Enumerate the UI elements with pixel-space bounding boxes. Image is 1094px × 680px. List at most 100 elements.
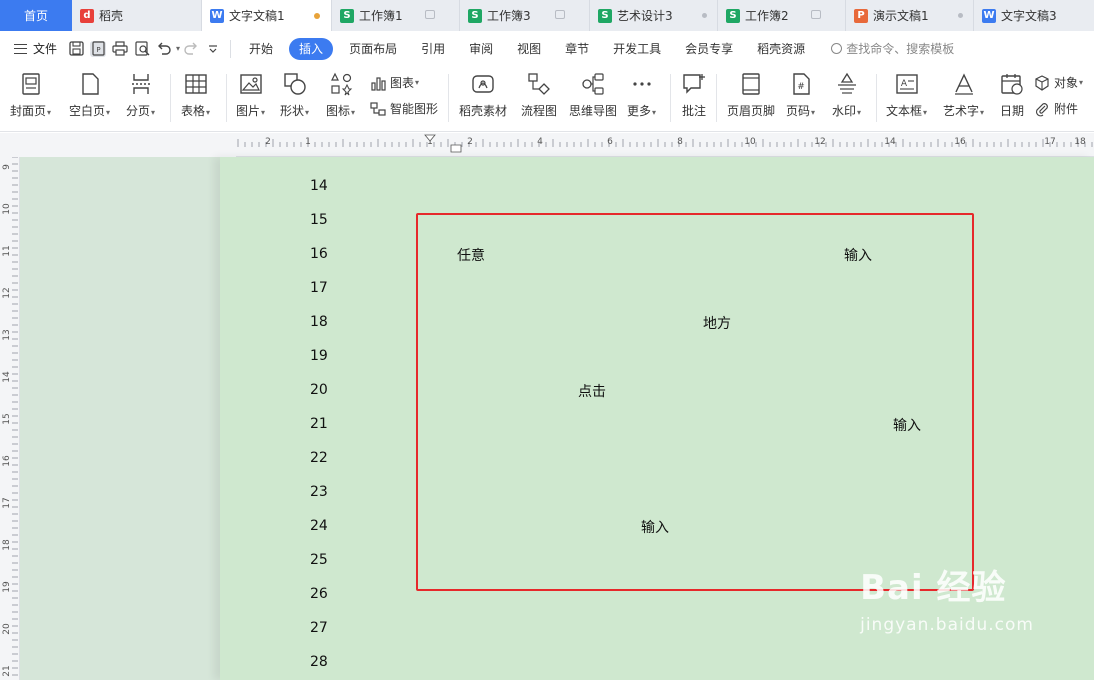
tab-label: 首页 bbox=[23, 9, 48, 23]
mindmap-button[interactable]: 思维导图 bbox=[569, 72, 617, 119]
file-menu-label: 文件 bbox=[33, 42, 58, 56]
icon-label: 图标 bbox=[326, 104, 351, 118]
flowchart-button[interactable]: 流程图 bbox=[521, 72, 557, 119]
unsaved-dot-icon bbox=[314, 13, 320, 19]
attachment-button[interactable]: 附件 bbox=[1034, 100, 1078, 117]
menu-chapter[interactable]: 章节 bbox=[553, 38, 601, 60]
smart-art-button[interactable]: 智能图形 bbox=[370, 100, 438, 117]
ruler-label: 10 bbox=[744, 137, 756, 147]
word-art-button[interactable]: 艺术字▾ bbox=[943, 72, 984, 119]
ruler-label: 12 bbox=[814, 137, 825, 147]
object-button[interactable]: 对象 ▾ bbox=[1034, 74, 1083, 91]
watermark-brand: Bai 经验 bbox=[860, 568, 1007, 608]
ruler-label: 8 bbox=[677, 137, 683, 147]
chevron-down-icon: ▾ bbox=[857, 108, 862, 117]
ruler-label: 15 bbox=[2, 413, 12, 424]
menu-review[interactable]: 审阅 bbox=[457, 38, 505, 60]
doc-text-renyi[interactable]: 任意 bbox=[457, 245, 485, 265]
ruler-label: 17 bbox=[1044, 137, 1055, 147]
watermark-button[interactable]: 水印▾ bbox=[832, 72, 861, 119]
menu-start[interactable]: 开始 bbox=[237, 38, 285, 60]
tab-ppt-1[interactable]: P 演示文稿1 bbox=[846, 0, 974, 31]
vertical-ruler[interactable]: 9 10 11 12 13 14 15 16 17 18 19 20 21 bbox=[0, 156, 20, 680]
menu-insert[interactable]: 插入 bbox=[289, 37, 334, 60]
flowchart-icon bbox=[528, 73, 550, 95]
close-dot-icon[interactable] bbox=[958, 13, 963, 18]
cover-page-icon bbox=[21, 73, 40, 95]
svg-text:#: # bbox=[797, 82, 805, 92]
file-menu[interactable]: 文件 bbox=[0, 40, 57, 57]
tab-art-design[interactable]: S 艺术设计3 bbox=[590, 0, 718, 31]
tab-label: 工作簿1 bbox=[359, 9, 403, 23]
page-number-label: 页码 bbox=[786, 104, 811, 118]
header-footer-button[interactable]: 页眉页脚 bbox=[727, 72, 775, 119]
menu-daoke-resources[interactable]: 稻壳资源 bbox=[745, 38, 817, 60]
tab-label: 艺术设计3 bbox=[617, 9, 673, 23]
line-number: 27 bbox=[310, 620, 328, 636]
header-footer-label: 页眉页脚 bbox=[727, 104, 776, 118]
redo-icon[interactable] bbox=[183, 41, 199, 57]
print-icon[interactable] bbox=[112, 41, 128, 57]
mindmap-label: 思维导图 bbox=[569, 104, 618, 118]
more-button[interactable]: 更多▾ bbox=[627, 72, 656, 119]
undo-dropdown-icon[interactable]: ▾ bbox=[176, 44, 180, 53]
line-number: 14 bbox=[310, 178, 328, 194]
ruler-label: 19 bbox=[2, 581, 12, 593]
divider bbox=[226, 74, 227, 122]
picture-button[interactable]: 图片▾ bbox=[236, 72, 265, 119]
menu-developer[interactable]: 开发工具 bbox=[601, 38, 673, 60]
horizontal-ruler[interactable]: 2 1 1 2 4 6 8 10 12 14 16 17 18 bbox=[0, 133, 1094, 157]
cover-page-button[interactable]: 封面页▾ bbox=[10, 72, 51, 119]
export-pdf-icon[interactable]: P bbox=[90, 40, 107, 57]
blank-page-button[interactable]: 空白页▾ bbox=[69, 72, 110, 119]
daoke-icon: d bbox=[80, 8, 94, 23]
smart-art-icon bbox=[370, 101, 386, 116]
menu-view[interactable]: 视图 bbox=[505, 38, 553, 60]
line-number: 28 bbox=[310, 654, 328, 670]
tab-label: 文字文稿3 bbox=[1001, 9, 1057, 23]
command-search[interactable]: 查找命令、搜索模板 bbox=[831, 40, 954, 57]
chevron-down-icon: ▾ bbox=[652, 108, 657, 117]
tab-writer-3[interactable]: W 文字文稿3 bbox=[974, 0, 1094, 31]
tab-sheet-3[interactable]: S 工作簿3 bbox=[460, 0, 590, 31]
textbox-button[interactable]: A 文本框▾ bbox=[886, 72, 927, 119]
icon-library-icon bbox=[330, 72, 352, 96]
tab-label: 演示文稿1 bbox=[873, 9, 929, 23]
menu-member[interactable]: 会员专享 bbox=[673, 38, 745, 60]
tab-sheet-1[interactable]: S 工作簿1 bbox=[332, 0, 460, 31]
print-preview-icon[interactable] bbox=[134, 41, 150, 57]
comment-icon bbox=[425, 10, 435, 19]
menu-references[interactable]: 引用 bbox=[409, 38, 457, 60]
doc-text-difang[interactable]: 地方 bbox=[703, 313, 731, 333]
tab-daoke[interactable]: d 稻壳 bbox=[72, 0, 202, 31]
doc-text-dianji[interactable]: 点击 bbox=[578, 381, 606, 401]
page-break-button[interactable]: 分页▾ bbox=[126, 72, 155, 119]
chevron-down-icon: ▾ bbox=[1079, 78, 1084, 87]
date-button[interactable]: 日期 bbox=[1000, 72, 1024, 119]
doc-text-shuru[interactable]: 输入 bbox=[893, 415, 921, 435]
chart-button[interactable]: 图表 ▾ bbox=[370, 74, 419, 91]
tab-writer-1[interactable]: W 文字文稿1 bbox=[202, 0, 332, 31]
doc-text-shuru[interactable]: 输入 bbox=[641, 517, 669, 537]
object-label: 对象 bbox=[1054, 76, 1079, 90]
comment-button[interactable]: 批注 bbox=[682, 72, 706, 119]
customize-quickbar-icon[interactable] bbox=[205, 41, 221, 57]
save-icon[interactable] bbox=[68, 41, 84, 57]
textbox-label: 文本框 bbox=[886, 104, 923, 118]
table-button[interactable]: 表格▾ bbox=[181, 72, 210, 119]
menu-page-layout[interactable]: 页面布局 bbox=[337, 38, 409, 60]
page-number-icon: # bbox=[792, 73, 810, 95]
tab-sheet-2[interactable]: S 工作簿2 bbox=[718, 0, 846, 31]
date-label: 日期 bbox=[1000, 104, 1025, 118]
close-dot-icon[interactable] bbox=[702, 13, 707, 18]
daoke-material-button[interactable]: 稻壳素材 bbox=[459, 72, 507, 119]
shape-button[interactable]: 形状▾ bbox=[280, 72, 309, 119]
ruler-label: 16 bbox=[2, 455, 12, 467]
icon-button[interactable]: 图标▾ bbox=[326, 72, 355, 119]
tab-home[interactable]: 首页 bbox=[0, 0, 72, 31]
undo-icon[interactable] bbox=[156, 41, 172, 57]
material-icon bbox=[472, 75, 494, 93]
doc-text-shuru[interactable]: 输入 bbox=[844, 245, 872, 265]
ribbon-insert: 封面页▾ 空白页▾ 分页▾ 表格▾ 图片▾ 形状▾ 图标▾ 图表 ▾ 智能图形 稻… bbox=[0, 66, 1094, 132]
page-number-button[interactable]: # 页码▾ bbox=[786, 72, 815, 119]
